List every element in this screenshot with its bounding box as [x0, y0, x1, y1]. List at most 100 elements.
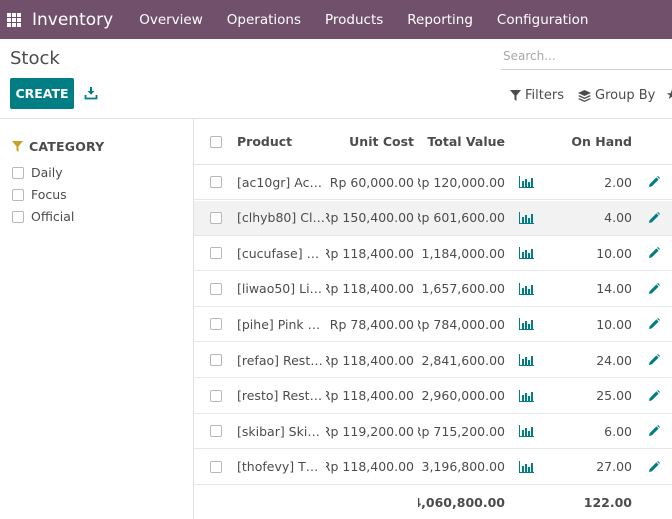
- menu-overview[interactable]: Overview: [139, 12, 203, 28]
- table-row[interactable]: [cucufase] Cucumber FaceRp 118,400.00Rp …: [194, 236, 672, 272]
- row-checkbox[interactable]: [210, 176, 222, 188]
- table-row[interactable]: [pihe] Pink HeartRp 78,400.00Rp 784,000.…: [194, 307, 672, 343]
- table-footer-totals: 14,060,800.00 122.00: [194, 486, 672, 519]
- edit-pencil-icon[interactable]: [648, 450, 662, 484]
- total-value: Rp 1,657,600.00: [418, 281, 505, 297]
- unit-cost: Rp 78,400.00: [329, 316, 414, 332]
- category-label: Official: [31, 209, 75, 224]
- history-chart-icon[interactable]: [519, 414, 535, 448]
- favorites-star-icon[interactable]: ★: [666, 88, 672, 102]
- row-checkbox[interactable]: [210, 460, 222, 473]
- table-row[interactable]: [resto] RestoreRp 118,400.00Rp 2,960,000…: [194, 379, 672, 414]
- layers-icon: [578, 89, 591, 102]
- column-header-unit-cost[interactable]: Unit Cost: [326, 119, 414, 164]
- unit-cost: Rp 150,400.00: [326, 210, 414, 226]
- row-checkbox[interactable]: [210, 282, 222, 295]
- table-row[interactable]: [ac10gr] Acne TreatmentRp 60,000.00Rp 12…: [194, 165, 672, 200]
- product-name: [cucufase] Cucumber Face: [237, 245, 325, 261]
- edit-pencil-icon[interactable]: [648, 201, 662, 235]
- unit-cost: Rp 119,200.00: [326, 423, 414, 439]
- menu-reporting[interactable]: Reporting: [407, 12, 473, 28]
- category-title-label: CATEGORY: [29, 139, 105, 154]
- create-button[interactable]: CREATE: [10, 78, 74, 109]
- row-checkbox[interactable]: [210, 247, 222, 260]
- history-chart-icon[interactable]: [519, 307, 535, 341]
- apps-menu-icon[interactable]: [7, 12, 21, 27]
- table-row[interactable]: [refao] Rest FaceRp 118,400.00Rp 2,841,6…: [194, 343, 672, 378]
- edit-pencil-icon[interactable]: [648, 236, 662, 270]
- column-header-total-value[interactable]: Total Value: [418, 119, 505, 164]
- page-title: Stock: [10, 48, 60, 69]
- product-name: [resto] Restore: [237, 388, 325, 404]
- unit-cost: Rp 60,000.00: [329, 174, 414, 190]
- unit-cost: Rp 118,400.00: [326, 281, 414, 297]
- menu-products[interactable]: Products: [325, 12, 383, 28]
- category-item-official[interactable]: Official: [12, 209, 74, 224]
- product-name: [skibar] Skin Barrier: [237, 423, 325, 439]
- total-value: Rp 715,200.00: [418, 423, 505, 439]
- row-checkbox[interactable]: [210, 389, 222, 402]
- history-chart-icon[interactable]: [519, 379, 535, 413]
- on-hand-qty: 14.00: [596, 281, 632, 297]
- category-checkbox[interactable]: [12, 188, 24, 201]
- column-header-product[interactable]: Product: [237, 119, 325, 164]
- total-value: Rp 1,184,000.00: [418, 245, 505, 261]
- category-label: Daily: [31, 165, 63, 180]
- history-chart-icon[interactable]: [519, 236, 535, 270]
- select-all-checkbox[interactable]: [210, 135, 222, 148]
- unit-cost: Rp 118,400.00: [326, 352, 414, 368]
- category-checkbox[interactable]: [12, 166, 24, 179]
- menu-operations[interactable]: Operations: [227, 12, 301, 28]
- history-chart-icon[interactable]: [519, 450, 535, 484]
- on-hand-qty: 6.00: [604, 423, 632, 439]
- filter-funnel-icon: [12, 141, 23, 152]
- history-chart-icon[interactable]: [519, 201, 535, 235]
- product-name: [clhyb80] Cloud Hybrid: [237, 210, 325, 226]
- edit-pencil-icon[interactable]: [648, 165, 662, 199]
- edit-pencil-icon[interactable]: [648, 414, 662, 448]
- category-item-daily[interactable]: Daily: [12, 165, 63, 180]
- on-hand-qty: 24.00: [596, 352, 632, 368]
- search-bar: [501, 44, 672, 70]
- on-hand-qty: 10.00: [596, 316, 632, 332]
- product-name: [pihe] Pink Heart: [237, 316, 325, 332]
- on-hand-qty: 10.00: [596, 245, 632, 261]
- menu-configuration[interactable]: Configuration: [497, 12, 589, 28]
- row-checkbox[interactable]: [210, 425, 222, 438]
- table-row[interactable]: [thofevy] The FeverRp 118,400.00Rp 3,196…: [194, 450, 672, 485]
- table-row[interactable]: [clhyb80] Cloud HybridRp 150,400.00Rp 60…: [194, 200, 672, 236]
- edit-pencil-icon[interactable]: [648, 379, 662, 413]
- history-chart-icon[interactable]: [519, 165, 535, 199]
- product-name: [refao] Rest Face: [237, 352, 325, 368]
- product-name: [liwao50] Light Water: [237, 281, 325, 297]
- on-hand-sum: 122.00: [583, 495, 632, 510]
- filters-dropdown[interactable]: Filters: [510, 88, 564, 103]
- row-checkbox[interactable]: [210, 211, 222, 224]
- unit-cost: Rp 118,400.00: [326, 459, 414, 475]
- product-name: [thofevy] The Fever: [237, 459, 325, 475]
- edit-pencil-icon[interactable]: [648, 343, 662, 377]
- product-name: [ac10gr] Acne Treatment: [237, 174, 325, 190]
- groupby-label: Group By: [595, 88, 656, 103]
- search-input[interactable]: [501, 44, 672, 68]
- total-value: Rp 784,000.00: [418, 316, 505, 332]
- history-chart-icon[interactable]: [519, 272, 535, 306]
- unit-cost: Rp 118,400.00: [326, 388, 414, 404]
- category-item-focus[interactable]: Focus: [12, 187, 67, 202]
- filters-label: Filters: [525, 88, 564, 103]
- groupby-dropdown[interactable]: Group By: [578, 88, 655, 103]
- total-value: Rp 601,600.00: [418, 210, 505, 226]
- history-chart-icon[interactable]: [519, 343, 535, 377]
- row-checkbox[interactable]: [210, 354, 222, 366]
- table-row[interactable]: [liwao50] Light WaterRp 118,400.00Rp 1,6…: [194, 272, 672, 307]
- download-icon[interactable]: [84, 86, 98, 100]
- total-value: Rp 3,196,800.00: [418, 459, 505, 475]
- app-name[interactable]: Inventory: [32, 10, 113, 30]
- row-checkbox[interactable]: [210, 318, 222, 331]
- on-hand-qty: 2.00: [604, 174, 632, 190]
- edit-pencil-icon[interactable]: [648, 272, 662, 306]
- table-row[interactable]: [skibar] Skin BarrierRp 119,200.00Rp 715…: [194, 414, 672, 450]
- category-checkbox[interactable]: [12, 210, 24, 223]
- column-header-on-hand[interactable]: On Hand: [554, 119, 632, 164]
- edit-pencil-icon[interactable]: [648, 307, 662, 341]
